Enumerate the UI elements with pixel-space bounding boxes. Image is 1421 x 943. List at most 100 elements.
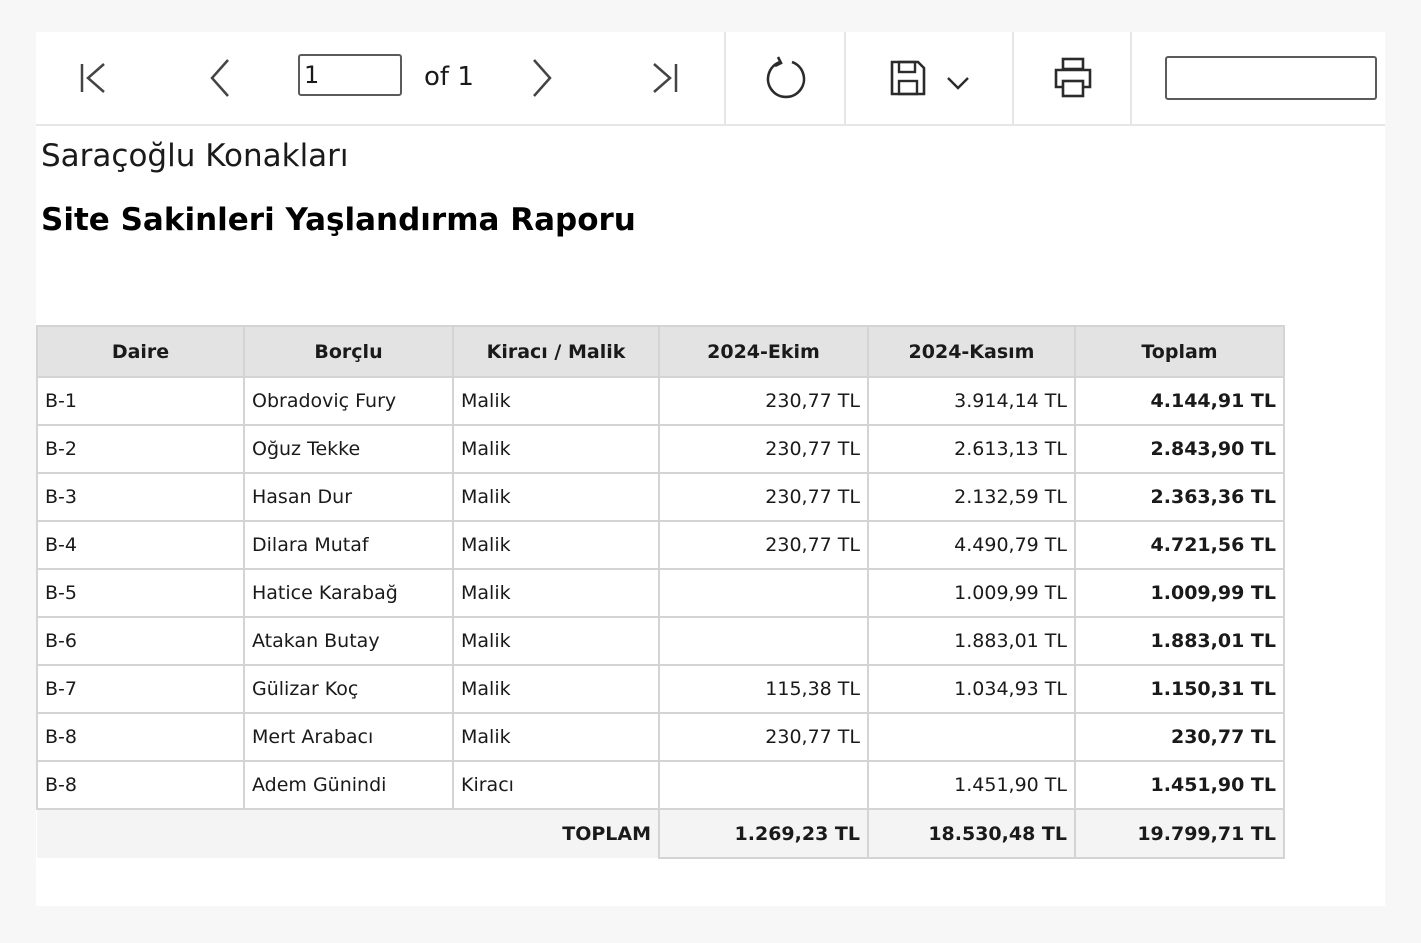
report-title: Site Sakinleri Yaşlandırma Raporu [41,202,636,238]
cell-borclu: Gülizar Koç [243,664,454,714]
cell-2024-ekim: 230,77 TL [658,424,869,474]
table-row: B-6 Atakan Butay Malik 1.883,01 TL 1.883… [36,616,1285,666]
cell-kiraci-malik: Malik [452,376,660,426]
next-page-button[interactable] [514,52,570,104]
total-row-spacer [37,809,453,858]
cell-borclu: Oğuz Tekke [243,424,454,474]
cell-2024-ekim: 115,38 TL [658,664,869,714]
toolbar-divider [1130,32,1132,124]
cell-2024-kasim: 2.132,59 TL [867,472,1076,522]
page-total-label: of 1 [424,62,474,92]
cell-toplam: 2.363,36 TL [1074,472,1285,522]
total-2024-kasim: 18.530,48 TL [867,808,1076,859]
cell-2024-ekim: 230,77 TL [658,472,869,522]
cell-daire: B-3 [36,472,245,522]
cell-borclu: Obradoviç Fury [243,376,454,426]
chevron-left-icon [210,59,229,97]
save-format-dropdown[interactable] [940,68,976,98]
cell-2024-kasim: 1.451,90 TL [867,760,1076,810]
table-header-row: Daire Borçlu Kiracı / Malik 2024-Ekim 20… [36,325,1285,378]
column-header-2024-ekim: 2024-Ekim [658,325,869,378]
cell-borclu: Mert Arabacı [243,712,454,762]
cell-2024-kasim [867,712,1076,762]
print-icon [1054,57,1092,98]
cell-2024-kasim: 1.009,99 TL [867,568,1076,618]
toolbar-divider [1012,32,1014,124]
report-viewer: of 1 [36,32,1385,906]
cell-2024-kasim: 1.883,01 TL [867,616,1076,666]
cell-kiraci-malik: Malik [452,424,660,474]
cell-toplam: 1.009,99 TL [1074,568,1285,618]
cell-2024-ekim [658,616,869,666]
toolbar-divider [724,32,726,124]
last-page-button[interactable] [636,52,694,104]
cell-2024-ekim [658,568,869,618]
cell-2024-ekim: 230,77 TL [658,520,869,570]
chevron-down-icon [947,77,969,90]
report-toolbar: of 1 [36,32,1385,126]
cell-toplam: 1.451,90 TL [1074,760,1285,810]
table-row: B-1 Obradoviç Fury Malik 230,77 TL 3.914… [36,376,1285,426]
column-header-borclu: Borçlu [243,325,454,378]
cell-kiraci-malik: Malik [452,520,660,570]
print-button[interactable] [1044,50,1102,106]
first-page-icon [80,63,105,93]
cell-toplam: 1.883,01 TL [1074,616,1285,666]
cell-kiraci-malik: Malik [452,664,660,714]
save-button[interactable] [880,50,936,106]
table-row: B-2 Oğuz Tekke Malik 230,77 TL 2.613,13 … [36,424,1285,474]
company-name: Saraçoğlu Konakları [41,138,349,174]
total-toplam: 19.799,71 TL [1074,808,1285,859]
last-page-icon [653,63,678,93]
cell-daire: B-8 [36,760,245,810]
cell-borclu: Hatice Karabağ [243,568,454,618]
toolbar-divider [844,32,846,124]
chevron-right-icon [533,59,552,97]
cell-daire: B-8 [36,712,245,762]
cell-kiraci-malik: Kiracı [452,760,660,810]
cell-2024-ekim: 230,77 TL [658,712,869,762]
table-row: B-7 Gülizar Koç Malik 115,38 TL 1.034,93… [36,664,1285,714]
column-header-toplam: Toplam [1074,325,1285,378]
cell-daire: B-6 [36,616,245,666]
refresh-button[interactable] [754,50,818,106]
cell-2024-kasim: 4.490,79 TL [867,520,1076,570]
cell-2024-ekim: 230,77 TL [658,376,869,426]
search-input[interactable] [1165,56,1377,100]
cell-toplam: 4.721,56 TL [1074,520,1285,570]
cell-borclu: Dilara Mutaf [243,520,454,570]
cell-daire: B-5 [36,568,245,618]
column-header-daire: Daire [36,325,245,378]
cell-daire: B-1 [36,376,245,426]
table-row: B-8 Adem Günindi Kiracı 1.451,90 TL 1.45… [36,760,1285,810]
cell-kiraci-malik: Malik [452,472,660,522]
cell-toplam: 230,77 TL [1074,712,1285,762]
table-row: B-3 Hasan Dur Malik 230,77 TL 2.132,59 T… [36,472,1285,522]
cell-2024-kasim: 1.034,93 TL [867,664,1076,714]
cell-kiraci-malik: Malik [452,568,660,618]
total-label: TOPLAM [453,809,659,858]
cell-borclu: Atakan Butay [243,616,454,666]
page-number-input[interactable] [298,54,402,96]
cell-kiraci-malik: Malik [452,616,660,666]
first-page-button[interactable] [64,52,122,104]
cell-toplam: 2.843,90 TL [1074,424,1285,474]
cell-borclu: Adem Günindi [243,760,454,810]
cell-kiraci-malik: Malik [452,712,660,762]
aging-report-table: Daire Borçlu Kiracı / Malik 2024-Ekim 20… [36,325,1285,859]
refresh-icon [766,56,806,99]
cell-2024-ekim [658,760,869,810]
table-row: B-5 Hatice Karabağ Malik 1.009,99 TL 1.0… [36,568,1285,618]
cell-daire: B-4 [36,520,245,570]
column-header-kiraci-malik: Kiracı / Malik [452,325,660,378]
cell-2024-kasim: 2.613,13 TL [867,424,1076,474]
total-2024-ekim: 1.269,23 TL [658,808,869,859]
previous-page-button[interactable] [192,52,248,104]
save-icon [890,60,926,96]
cell-daire: B-2 [36,424,245,474]
cell-toplam: 4.144,91 TL [1074,376,1285,426]
total-row: TOPLAM 1.269,23 TL 18.530,48 TL 19.799,7… [37,808,1285,859]
cell-daire: B-7 [36,664,245,714]
cell-toplam: 1.150,31 TL [1074,664,1285,714]
table-row: B-8 Mert Arabacı Malik 230,77 TL 230,77 … [36,712,1285,762]
